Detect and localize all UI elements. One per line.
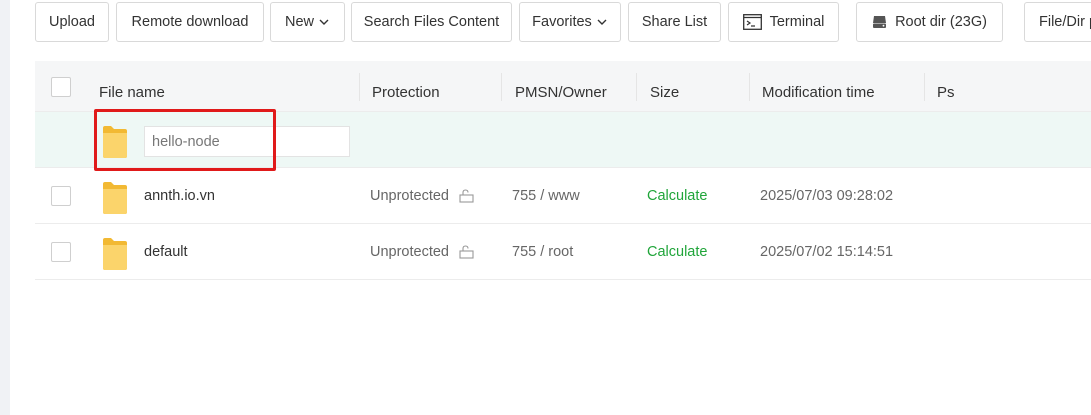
column-divider (501, 73, 502, 101)
header-file-name[interactable]: File name (99, 61, 165, 112)
share-list-button[interactable]: Share List (628, 2, 721, 42)
modification-time: 2025/07/03 09:28:02 (760, 188, 894, 204)
row-checkbox[interactable] (51, 242, 71, 262)
column-divider (924, 73, 925, 101)
header-size[interactable]: Size (650, 61, 679, 112)
row-checkbox[interactable] (51, 186, 71, 206)
chevron-down-icon (319, 19, 329, 25)
permission-owner[interactable]: 755 / root (512, 224, 573, 280)
new-label: New (284, 14, 314, 30)
highlight-box (94, 109, 276, 171)
table-header: File name Protection PMSN/Owner Size Mod… (35, 61, 1091, 112)
modification-time: 2025/07/02 15:14:51 (760, 244, 894, 260)
header-protection[interactable]: Protection (372, 61, 440, 112)
remote-download-label: Remote download (131, 14, 249, 30)
permission-owner[interactable]: 755 / www (512, 168, 580, 224)
root-dir-label: Root dir (23G) (895, 14, 987, 30)
file-dir-button[interactable]: File/Dir p (1024, 2, 1091, 42)
left-panel-edge (0, 0, 10, 415)
favorites-button[interactable]: Favorites (519, 2, 621, 42)
header-ps[interactable]: Ps (937, 61, 955, 112)
file-table: File name Protection PMSN/Owner Size Mod… (35, 61, 1091, 280)
select-all-checkbox[interactable] (51, 77, 71, 97)
protection-status: Unprotected (370, 188, 449, 204)
file-name[interactable]: annth.io.vn (144, 168, 215, 224)
column-divider (636, 73, 637, 101)
calculate-size-link[interactable]: Calculate (647, 168, 707, 224)
protection-cell[interactable]: Unprotected (370, 168, 475, 224)
file-dir-label: File/Dir p (1039, 14, 1091, 30)
lock-open-icon (459, 189, 474, 203)
file-name[interactable]: default (144, 224, 188, 280)
search-files-content-button[interactable]: Search Files Content (351, 2, 512, 42)
folder-icon (103, 182, 127, 214)
column-divider (359, 73, 360, 101)
table-row[interactable]: default Unprotected 755 / root Calculate… (35, 224, 1091, 280)
header-modification-time[interactable]: Modification time (762, 61, 875, 112)
folder-icon (103, 238, 127, 270)
terminal-icon (742, 14, 762, 30)
disk-icon (873, 16, 887, 28)
remote-download-button[interactable]: Remote download (116, 2, 264, 42)
column-divider (749, 73, 750, 101)
search-files-content-label: Search Files Content (363, 14, 500, 30)
header-pmsn-owner[interactable]: PMSN/Owner (515, 61, 607, 112)
terminal-button[interactable]: Terminal (728, 2, 839, 42)
terminal-label: Terminal (769, 14, 825, 30)
lock-open-icon (459, 245, 474, 259)
protection-status: Unprotected (370, 244, 449, 260)
upload-button[interactable]: Upload (35, 2, 109, 42)
root-dir-button[interactable]: Root dir (23G) (856, 2, 1003, 42)
protection-cell[interactable]: Unprotected (370, 224, 475, 280)
new-button[interactable]: New (270, 2, 345, 42)
chevron-down-icon (597, 19, 607, 25)
upload-label: Upload (49, 14, 95, 30)
table-row[interactable]: annth.io.vn Unprotected 755 / www Calcul… (35, 168, 1091, 224)
favorites-label: Favorites (532, 14, 592, 30)
calculate-size-link[interactable]: Calculate (647, 224, 707, 280)
share-list-label: Share List (641, 14, 708, 30)
